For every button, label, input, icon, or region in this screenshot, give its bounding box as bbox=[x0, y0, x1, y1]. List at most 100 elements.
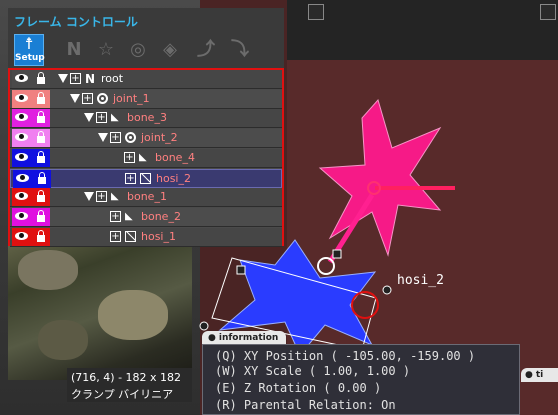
scale-readout[interactable]: (W) XY Scale ( 1.00, 1.00 ) bbox=[215, 364, 410, 378]
add-child-icon[interactable]: + bbox=[124, 151, 135, 163]
add-child-icon[interactable]: + bbox=[125, 172, 136, 184]
setup-button[interactable]: ☨ Setup bbox=[14, 34, 45, 66]
add-child-icon[interactable]: + bbox=[110, 210, 121, 222]
visibility-toggle[interactable] bbox=[13, 169, 33, 188]
visibility-toggle[interactable] bbox=[12, 109, 32, 128]
visibility-toggle[interactable] bbox=[12, 207, 32, 226]
lock-toggle[interactable] bbox=[33, 169, 51, 188]
lock-toggle[interactable] bbox=[32, 227, 50, 246]
tree-row-label: bone_4 bbox=[155, 150, 195, 164]
lock-toggle[interactable] bbox=[32, 109, 50, 128]
coordinate-readout: (716, 4) - 182 x 182 bbox=[71, 371, 182, 384]
secondary-tab-label: ti bbox=[535, 370, 544, 380]
eye-icon bbox=[15, 74, 28, 82]
expand-triangle-icon[interactable] bbox=[84, 192, 94, 202]
eye-icon bbox=[15, 133, 28, 142]
mesh-icon bbox=[140, 172, 151, 184]
export-icon[interactable]: ⤵ bbox=[228, 38, 252, 62]
lock-icon bbox=[37, 72, 45, 84]
tree-row[interactable]: + joint_2 bbox=[10, 129, 282, 149]
new-joint-icon[interactable]: ◎ bbox=[126, 38, 150, 62]
tree-row-label: hosi_1 bbox=[141, 229, 176, 243]
bone-icon: ◣ bbox=[125, 210, 133, 222]
tree-row[interactable]: + hosi_2 bbox=[10, 168, 282, 188]
expand-triangle-icon[interactable] bbox=[70, 93, 80, 103]
parental-relation-readout[interactable]: (R) Parental Relation: On bbox=[215, 398, 396, 412]
information-panel: (Q) XY Position ( -105.00, -159.00 ) (W)… bbox=[202, 344, 520, 415]
add-child-icon[interactable]: + bbox=[110, 132, 121, 144]
visibility-toggle[interactable] bbox=[12, 188, 32, 207]
expand-triangle-icon[interactable] bbox=[98, 133, 108, 143]
canvas-object-label: hosi_2 bbox=[397, 273, 444, 288]
new-star-icon[interactable]: ☆ bbox=[94, 38, 118, 62]
eye-icon bbox=[15, 113, 28, 122]
add-child-icon[interactable]: + bbox=[110, 230, 121, 242]
bone-icon: ◣ bbox=[111, 191, 119, 203]
lock-icon bbox=[38, 171, 46, 184]
lock-toggle[interactable] bbox=[32, 207, 50, 226]
lock-toggle[interactable] bbox=[32, 148, 50, 167]
add-child-icon[interactable]: + bbox=[96, 112, 107, 124]
lock-icon bbox=[37, 91, 45, 104]
tree-row[interactable]: + ◣ bone_3 bbox=[10, 109, 282, 129]
expand-triangle-icon[interactable] bbox=[84, 113, 94, 123]
handle-square[interactable] bbox=[332, 249, 342, 259]
expand-triangle-icon[interactable] bbox=[58, 74, 68, 83]
lock-icon bbox=[37, 150, 45, 163]
tree-row[interactable]: + joint_1 bbox=[10, 89, 282, 109]
lock-toggle[interactable] bbox=[32, 70, 50, 88]
tree-row-label: bone_3 bbox=[127, 111, 167, 125]
lock-icon bbox=[37, 209, 45, 222]
lock-icon bbox=[37, 131, 45, 144]
bone-icon: ◣ bbox=[139, 151, 147, 163]
mesh-icon bbox=[125, 230, 136, 242]
rotation-readout[interactable]: (E) Z Rotation ( 0.00 ) bbox=[215, 381, 381, 395]
handle-point[interactable] bbox=[382, 285, 392, 295]
information-tab-label: information bbox=[218, 333, 279, 343]
add-child-icon[interactable]: + bbox=[82, 92, 93, 104]
lock-toggle[interactable] bbox=[32, 89, 50, 108]
frame-control-panel: フレーム コントロール ☨ Setup N ☆ ◎ ◈ ⤴ ⤵ + Nroot + j… bbox=[8, 8, 284, 247]
rotation-handle[interactable] bbox=[317, 257, 335, 275]
tree-row[interactable]: + ◣ bone_1 bbox=[10, 188, 282, 208]
setup-label: Setup bbox=[15, 53, 45, 63]
tree-row-label: joint_2 bbox=[141, 131, 178, 145]
handle-point[interactable] bbox=[199, 321, 209, 331]
visibility-toggle[interactable] bbox=[12, 89, 32, 108]
add-child-icon[interactable]: + bbox=[70, 73, 81, 84]
joint-icon bbox=[97, 92, 108, 104]
information-tab[interactable]: ● information bbox=[202, 331, 286, 345]
position-readout[interactable]: (Q) XY Position ( -105.00, -159.00 ) bbox=[215, 349, 475, 363]
tree-row[interactable]: + Nroot bbox=[10, 70, 282, 89]
tree-row-label: hosi_2 bbox=[156, 171, 191, 185]
lock-icon bbox=[37, 229, 45, 242]
add-child-icon[interactable]: + bbox=[96, 191, 107, 203]
new-null-icon[interactable]: N bbox=[62, 38, 86, 62]
new-bone-icon[interactable]: ◈ bbox=[158, 38, 182, 62]
handle-square[interactable] bbox=[236, 265, 246, 275]
import-icon[interactable]: ⤴ bbox=[194, 38, 218, 62]
pink-star-shape[interactable] bbox=[318, 98, 442, 257]
tree-row-label: joint_1 bbox=[113, 91, 150, 105]
eye-icon bbox=[15, 93, 28, 102]
tree-row[interactable]: + ◣ bone_4 bbox=[10, 148, 282, 168]
visibility-toggle[interactable] bbox=[12, 70, 32, 88]
tree-row-label: bone_1 bbox=[127, 190, 167, 204]
visibility-toggle[interactable] bbox=[12, 148, 32, 167]
eye-icon bbox=[16, 173, 29, 182]
visibility-toggle[interactable] bbox=[12, 129, 32, 148]
bullet-icon: ● bbox=[525, 370, 533, 380]
lock-toggle[interactable] bbox=[32, 129, 50, 148]
tree-row[interactable]: + ◣ bone_2 bbox=[10, 207, 282, 227]
secondary-tab[interactable]: ● ti bbox=[521, 368, 558, 382]
status-readout: (716, 4) - 182 x 182 クランプ バイリニア bbox=[67, 368, 192, 402]
panel-toolbar: ☨ Setup N ☆ ◎ ◈ ⤴ ⤵ bbox=[14, 34, 280, 68]
eye-icon bbox=[15, 231, 28, 240]
interpolation-mode: クランプ バイリニア bbox=[71, 388, 174, 401]
lock-toggle[interactable] bbox=[32, 188, 50, 207]
tree-row-label: root bbox=[101, 72, 124, 85]
person-icon: ☨ bbox=[24, 34, 34, 53]
tree-row[interactable]: + hosi_1 bbox=[10, 227, 282, 247]
bullet-icon: ● bbox=[208, 333, 216, 343]
visibility-toggle[interactable] bbox=[12, 227, 32, 246]
